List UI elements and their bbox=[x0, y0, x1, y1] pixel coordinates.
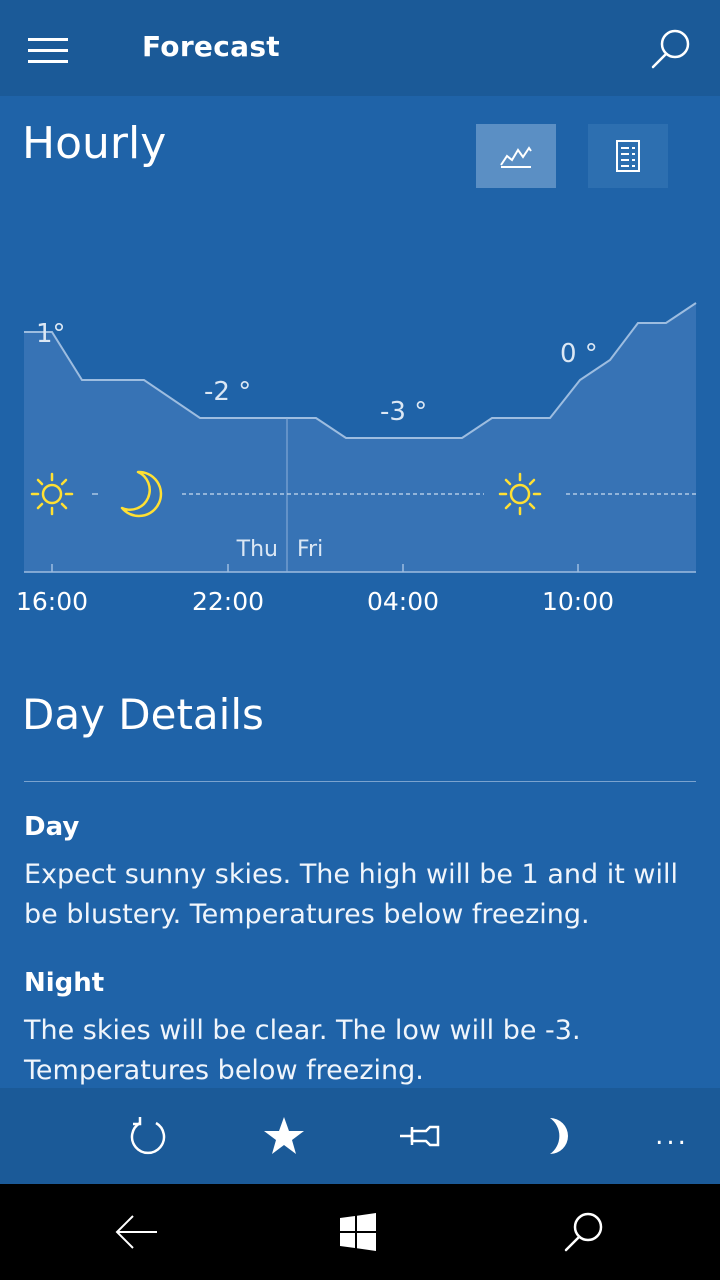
system-navigation-bar bbox=[0, 1184, 720, 1280]
day-heading: Day bbox=[24, 812, 80, 842]
pin-button[interactable] bbox=[380, 1088, 460, 1184]
day-label-thu: Thu bbox=[236, 537, 278, 562]
list-view-button[interactable] bbox=[588, 124, 668, 188]
line-graph-icon bbox=[500, 146, 532, 168]
day-description: Expect sunny skies. The high will be 1 a… bbox=[24, 859, 678, 930]
more-button[interactable]: ... bbox=[632, 1088, 712, 1184]
day-label-fri: Fri bbox=[297, 537, 323, 562]
back-arrow-icon bbox=[115, 1215, 157, 1249]
refresh-icon bbox=[130, 1117, 166, 1155]
temp-label: -2 ° bbox=[204, 377, 251, 407]
time-label: 22:00 bbox=[192, 587, 264, 616]
hourly-temperature-chart[interactable]: 1° -2 ° -3 ° 0 ° Thu Fri 16:00 22:00 04:… bbox=[0, 280, 720, 640]
favorite-star-icon bbox=[264, 1117, 304, 1154]
dark-mode-button[interactable] bbox=[516, 1088, 596, 1184]
back-button[interactable] bbox=[86, 1184, 186, 1280]
search-icon[interactable] bbox=[648, 26, 694, 72]
temp-label: -3 ° bbox=[380, 397, 427, 427]
temp-label: 1° bbox=[36, 319, 66, 349]
time-label: 10:00 bbox=[542, 587, 614, 616]
night-heading: Night bbox=[24, 968, 105, 998]
divider bbox=[24, 781, 696, 782]
hamburger-menu-icon[interactable] bbox=[28, 38, 68, 64]
top-app-bar: Forecast bbox=[0, 0, 720, 96]
time-label: 04:00 bbox=[367, 587, 439, 616]
time-label: 16:00 bbox=[16, 587, 88, 616]
dark-mode-moon-icon bbox=[550, 1118, 568, 1154]
system-search-button[interactable] bbox=[534, 1184, 634, 1280]
day-details-title: Day Details bbox=[22, 690, 264, 739]
page-title: Forecast bbox=[142, 30, 280, 63]
start-button[interactable] bbox=[308, 1184, 408, 1280]
search-icon bbox=[564, 1212, 603, 1252]
favorite-button[interactable] bbox=[244, 1088, 324, 1184]
bottom-app-bar: ... bbox=[0, 1088, 720, 1184]
windows-logo-icon bbox=[340, 1213, 376, 1251]
refresh-button[interactable] bbox=[108, 1088, 188, 1184]
hourly-title: Hourly bbox=[22, 118, 167, 169]
night-description: The skies will be clear. The low will be… bbox=[24, 1015, 581, 1086]
list-document-icon bbox=[616, 140, 640, 172]
graph-view-button[interactable] bbox=[476, 124, 556, 188]
temp-label: 0 ° bbox=[560, 339, 598, 369]
pin-icon bbox=[400, 1125, 440, 1147]
more-icon: ... bbox=[655, 1121, 689, 1151]
